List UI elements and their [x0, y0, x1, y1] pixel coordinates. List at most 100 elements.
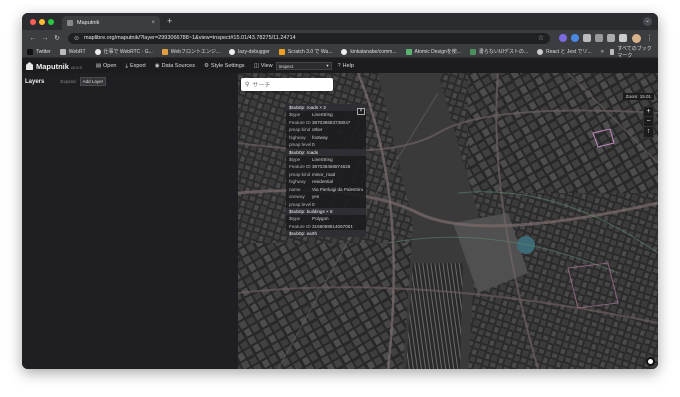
popup-property-row: name Via Pierluigi da Palestrina — [286, 186, 366, 194]
back-icon[interactable]: ← — [27, 35, 39, 42]
maximize-window-button[interactable] — [48, 19, 54, 25]
expand-button[interactable]: Expand — [60, 79, 75, 84]
map-canvas[interactable]: ⚲ サーチ $sub0p: roads × 2 $type LineString Fe… — [238, 73, 658, 369]
layers-header: Layers Expand Add Layer — [22, 73, 238, 90]
url-text[interactable]: maplibre.org/maputnik/?layer=2993066788~… — [84, 35, 538, 41]
download-icon[interactable] — [607, 34, 615, 42]
browser-tab[interactable]: Maputnik × — [62, 16, 160, 30]
open-button[interactable]: ▤ Open — [96, 63, 117, 69]
bookmark-item[interactable]: Scratch 3.0 で Wa... — [278, 48, 332, 55]
bookmark-favicon-icon — [469, 48, 476, 55]
zoom-out-button[interactable]: − — [644, 117, 653, 127]
property-key: pmap:kind — [289, 127, 311, 132]
add-layer-button[interactable]: Add Layer — [79, 77, 107, 86]
maputnik-logo-icon — [26, 62, 33, 70]
extension-icon[interactable] — [595, 34, 603, 42]
property-key: highway — [289, 134, 306, 140]
gear-icon: ⚙ — [203, 63, 209, 69]
extension-icon[interactable] — [583, 34, 591, 42]
bookmark-item[interactable]: WebRT — [59, 48, 86, 55]
bookmark-item[interactable]: 書らないUIデストの... — [469, 48, 528, 55]
bookmark-item[interactable]: Atomic Designを使... — [405, 48, 461, 55]
property-key: $type — [289, 156, 301, 162]
view-select[interactable]: Inspect ▾ — [275, 62, 332, 70]
view-control: ◫ View Inspect ▾ — [254, 62, 332, 70]
bookmark-favicon-icon — [537, 48, 544, 55]
all-bookmarks-folder[interactable]: すべてのブックマーク — [610, 45, 653, 59]
maputnik-favicon-icon — [67, 20, 73, 26]
tab-search-icon[interactable]: ⌄ — [643, 17, 652, 26]
minimize-window-button[interactable] — [39, 19, 45, 25]
popup-property-row: highway residential — [286, 178, 366, 186]
tab-title: Maputnik — [77, 20, 100, 26]
bookmark-item[interactable]: kinkatanabe/comm... — [341, 48, 397, 55]
github-icon — [94, 48, 101, 55]
popup-layer-heading: $sub0p: buildings × 6 — [286, 208, 366, 215]
view-icon: ◫ — [253, 63, 259, 69]
inspect-popup: $sub0p: roads × 2 $type LineString Feature … — [286, 104, 366, 237]
layers-title: Layers — [25, 78, 45, 85]
popup-property-row: pmap:level 0 — [286, 141, 366, 149]
popup-property-row: $type LineString — [286, 111, 366, 119]
property-key: oneway — [289, 194, 305, 199]
extension-icon[interactable] — [571, 34, 579, 42]
property-value: other — [312, 127, 323, 132]
scratch-icon — [278, 48, 285, 55]
property-value: 0 — [312, 142, 315, 147]
reload-icon[interactable]: ↻ — [51, 34, 63, 42]
site-info-icon[interactable]: ⊜ — [74, 35, 79, 42]
open-icon: ▤ — [95, 63, 102, 69]
forward-icon[interactable]: → — [39, 35, 51, 42]
data-sources-button[interactable]: ◉ Data Sources — [155, 63, 195, 69]
style-settings-button[interactable]: ⚙ Style Settings — [204, 63, 245, 69]
search-placeholder[interactable]: サーチ — [252, 80, 270, 89]
map-search-box[interactable]: ⚲ サーチ — [241, 78, 333, 91]
bookmark-item[interactable]: Twitter — [27, 48, 51, 55]
bookmark-item[interactable]: 仕事で WebRTC · G... — [94, 48, 153, 55]
bookmark-item[interactable]: React と Jest でリ... — [537, 48, 592, 55]
property-value: 3168098814067001 — [312, 223, 353, 229]
bookmark-star-icon[interactable]: ☆ — [538, 34, 544, 42]
popup-property-row: pmap:level 0 — [286, 201, 366, 209]
popup-layer-heading: $sub0p: roads — [286, 148, 366, 156]
x-logo-icon — [27, 48, 33, 55]
property-value: residential — [312, 179, 333, 184]
maputnik-toolbar: Maputnik v2.0.0 ▤ Open ⤓ Export ◉ Data Sour… — [22, 59, 658, 73]
bookmark-item[interactable]: Webフロントエンジ... — [161, 48, 220, 55]
property-key: Feature ID — [289, 164, 311, 169]
bookmarks-overflow-button[interactable]: » — [601, 49, 604, 55]
property-key: Feature ID — [289, 223, 311, 229]
popup-property-row: $type Polygon — [286, 215, 366, 223]
bookmark-item[interactable]: lazy-debugger — [229, 48, 270, 55]
data-sources-icon: ◉ — [154, 63, 160, 69]
property-key: pmap:level — [289, 142, 312, 147]
property-value: Polygon — [312, 216, 329, 221]
close-window-button[interactable] — [30, 19, 36, 25]
tab-close-icon[interactable]: × — [151, 20, 155, 26]
property-key: Feature ID — [289, 119, 311, 125]
property-key: $type — [289, 216, 301, 221]
layers-panel: Layers Expand Add Layer — [22, 73, 238, 369]
help-button[interactable]: ? Help — [338, 63, 354, 69]
browser-toolbar: ← → ↻ ⊜ maplibre.org/maputnik/?layer=299… — [22, 30, 658, 46]
address-bar[interactable]: ⊜ maplibre.org/maputnik/?layer=299306678… — [68, 32, 550, 44]
sidebar-toggle-icon[interactable] — [619, 34, 627, 42]
export-button[interactable]: ⤓ Export — [126, 63, 146, 70]
profile-avatar[interactable] — [632, 33, 641, 43]
popup-property-row: pmap:kind minor_road — [286, 171, 366, 179]
extension-icon[interactable] — [559, 34, 567, 42]
popup-close-button[interactable]: × — [357, 108, 365, 115]
map-attribution-badge[interactable] — [646, 357, 655, 366]
app-logo: Maputnik — [36, 61, 69, 71]
popup-layer-heading: $sub0p: roads × 2 — [286, 104, 366, 111]
compass-button[interactable]: ↑ — [644, 127, 653, 137]
more-menu-icon[interactable]: ⋮ — [646, 34, 653, 42]
property-key: highway — [289, 179, 306, 184]
property-value: Via Pierluigi da Palestrina — [312, 186, 363, 192]
zoom-level-label: Zoom: 15.01 — [622, 93, 654, 100]
view-label: View — [260, 63, 273, 69]
bookmark-favicon-icon — [161, 48, 168, 55]
zoom-in-button[interactable]: + — [644, 107, 653, 117]
new-tab-button[interactable]: + — [167, 16, 172, 27]
folder-icon — [59, 48, 66, 55]
